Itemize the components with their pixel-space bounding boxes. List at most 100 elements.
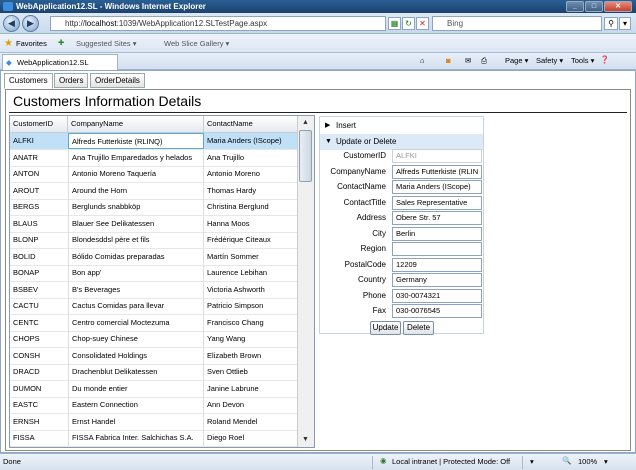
delete-button[interactable]: Delete (403, 321, 434, 335)
close-icon[interactable]: ✕ (604, 1, 632, 12)
protected-mode-icon[interactable]: ▾ (530, 457, 534, 466)
minimize-icon[interactable]: _ (566, 1, 584, 12)
print-icon[interactable]: ⎙ (481, 56, 487, 66)
intranet-icon: ◉ (380, 456, 387, 465)
zone-text: Local intranet | Protected Mode: Off (392, 457, 511, 466)
table-row[interactable]: BLAUS Blauer See Delikatessen Hanna Moos (10, 215, 299, 233)
table-cell: DRACD (13, 367, 40, 376)
field-input-country[interactable]: Germany (392, 273, 482, 287)
column-header-companyname[interactable]: CompanyName (68, 116, 204, 133)
mail-icon[interactable]: ✉ (465, 56, 471, 65)
field-label: Fax (372, 306, 386, 315)
table-row[interactable]: DUMON Du monde entier Janine Labrune (10, 380, 299, 398)
table-row[interactable]: FISSA FISSA Fabrica Inter. Salchichas S.A… (10, 430, 299, 447)
table-row[interactable]: ANTON Antonio Moreno Taquería Antonio More… (10, 166, 299, 183)
search-options-icon[interactable]: ▾ (619, 17, 631, 30)
field-input-region[interactable] (392, 242, 482, 256)
field-input-contacttitle[interactable]: Sales Representative (392, 195, 482, 210)
table-row[interactable]: BOLID Bólido Comidas preparadas Martín Som… (10, 248, 299, 266)
field-input-companyname[interactable]: Alfreds Futterkiste (RLIN (392, 164, 482, 179)
feeds-icon[interactable]: ◙ (446, 56, 451, 65)
table-row[interactable]: CENTC Centro comercial Moctezuma Francisco… (10, 314, 299, 332)
table-row[interactable]: CONSH Consolidated Holdings Elizabeth Brow… (10, 347, 299, 365)
tab-orderdetails[interactable]: OrderDetails (90, 73, 145, 88)
stop-icon[interactable]: ✕ (416, 17, 429, 30)
tab-orders[interactable]: Orders (54, 73, 89, 88)
table-cell: Around the Horn (68, 182, 204, 199)
table-cell: BLAUS (13, 218, 38, 228)
refresh-icon[interactable]: ↻ (402, 17, 415, 30)
field-label: CustomerID (343, 151, 386, 160)
table-cell: Diego Roel (207, 433, 245, 442)
table-cell: Yang Wang (207, 334, 246, 343)
column-header-contactname[interactable]: ContactName (204, 116, 299, 133)
customers-grid[interactable]: CustomerID CompanyName ContactName ALFKI… (9, 115, 315, 448)
table-cell: Frédérique Citeaux (207, 235, 271, 244)
add-favorite-icon[interactable]: ✚ (58, 38, 64, 47)
table-row[interactable]: CACTU Cactus Comidas para llevar Patricio … (10, 298, 299, 315)
table-cell: ANTON (13, 169, 40, 178)
field-input-contactname[interactable]: Maria Anders (IScope) (392, 180, 482, 194)
tools-menu[interactable]: Tools ▾ (571, 56, 594, 65)
update-button[interactable]: Update (370, 321, 401, 335)
web-slice-gallery-link[interactable]: Web Slice Gallery ▾ (164, 39, 229, 48)
ie-icon (3, 2, 13, 11)
table-row[interactable]: BONAP Bon app' Laurence Lebihan (10, 265, 299, 282)
accordion-insert-header[interactable]: ▶ Insert (320, 118, 483, 134)
field-input-postalcode[interactable]: 12209 (392, 257, 482, 272)
insert-label: Insert (336, 121, 357, 130)
table-row[interactable]: ANATR Ana Trujillo Emparedados y helados A… (10, 149, 299, 167)
table-cell: FISSA Fabrica Inter. Salchichas S.A. (68, 430, 204, 446)
table-cell: CHOPS (13, 334, 40, 343)
field-label: ContactName (337, 182, 386, 191)
help-icon[interactable]: ❓ (600, 55, 609, 64)
table-cell: Cactus Comidas para llevar (68, 298, 204, 314)
table-row[interactable]: ALFKI Alfreds Futterkiste (RLINQ) Maria An… (10, 133, 299, 150)
table-cell: Bon app' (68, 265, 204, 281)
scrollbar-thumb[interactable] (299, 130, 312, 182)
table-cell: Victoria Ashworth (207, 284, 265, 294)
table-row[interactable]: DRACD Drachenblut Delikatessen Sven Ottlie… (10, 364, 299, 381)
table-row[interactable]: AROUT Around the Horn Thomas Hardy (10, 182, 299, 200)
field-input-address[interactable]: Obere Str. 57 (392, 211, 482, 225)
table-row[interactable]: CHOPS Chop-suey Chinese Yang Wang (10, 331, 299, 348)
forward-button[interactable]: ▶ (22, 15, 39, 32)
field-input-fax[interactable]: 030-0076545 (392, 304, 482, 318)
suggested-sites-link[interactable]: Suggested Sites ▾ (76, 39, 136, 48)
back-button[interactable]: ◀ (3, 15, 20, 32)
table-row[interactable]: BSBEV B's Beverages Victoria Ashworth (10, 281, 299, 299)
search-input[interactable]: Bing (432, 16, 602, 31)
browser-tab[interactable]: ◆ WebApplication12.SL (2, 54, 118, 70)
maximize-icon[interactable]: □ (585, 1, 603, 12)
status-bar: Done ◉ Local intranet | Protected Mode: … (0, 453, 636, 470)
browser-tab-bar: ◆ WebApplication12.SL ⌂ ◙ ✉ ⎙ Page ▾ Saf… (0, 53, 636, 70)
update-or-delete-label: Update or Delete (336, 137, 397, 146)
table-row[interactable]: BERGS Berglunds snabbköp Christina Berglun… (10, 199, 299, 216)
table-cell: Antonio Moreno Taquería (68, 166, 204, 182)
table-row[interactable]: EASTC Eastern Connection Ann Devon (10, 397, 299, 414)
table-row[interactable]: FOLIGFolies gourmandesMartine Rancé (10, 446, 299, 447)
field-label: Country (357, 275, 386, 284)
accordion-update-header[interactable]: ▼ Update or Delete (320, 134, 483, 150)
zoom-menu-icon[interactable]: ▾ (604, 457, 608, 466)
tab-customers[interactable]: Customers (4, 73, 53, 89)
table-cell: Centro comercial Moctezuma (68, 314, 204, 331)
safety-menu[interactable]: Safety ▾ (536, 56, 563, 65)
address-input[interactable]: http://localhost:1039/WebApplication12.S… (50, 16, 386, 31)
scroll-up-icon[interactable]: ▲ (299, 117, 312, 129)
zoom-level[interactable]: 100% (578, 457, 597, 466)
table-row[interactable]: ERNSH Ernst Handel Roland Mendel (10, 413, 299, 431)
home-icon[interactable]: ⌂ (420, 56, 425, 65)
table-row[interactable]: BLONP Blondesddsl père et fils Frédérique … (10, 232, 299, 249)
page-menu[interactable]: Page ▾ (505, 56, 528, 65)
compatibility-icon[interactable]: ▦ (388, 17, 401, 30)
scroll-down-icon[interactable]: ▼ (299, 434, 312, 446)
window-title-bar[interactable]: WebApplication12.SL - Windows Internet E… (0, 0, 636, 13)
field-input-city[interactable]: Berlin (392, 226, 482, 241)
table-cell: Elizabeth Brown (207, 350, 262, 360)
favorites-button[interactable]: Favorites (16, 39, 47, 48)
search-icon[interactable]: ⚲ (604, 17, 618, 30)
table-cell: Thomas Hardy (207, 185, 257, 195)
field-input-phone[interactable]: 030-0074321 (392, 288, 482, 303)
column-header-customerid[interactable]: CustomerID (10, 116, 68, 133)
